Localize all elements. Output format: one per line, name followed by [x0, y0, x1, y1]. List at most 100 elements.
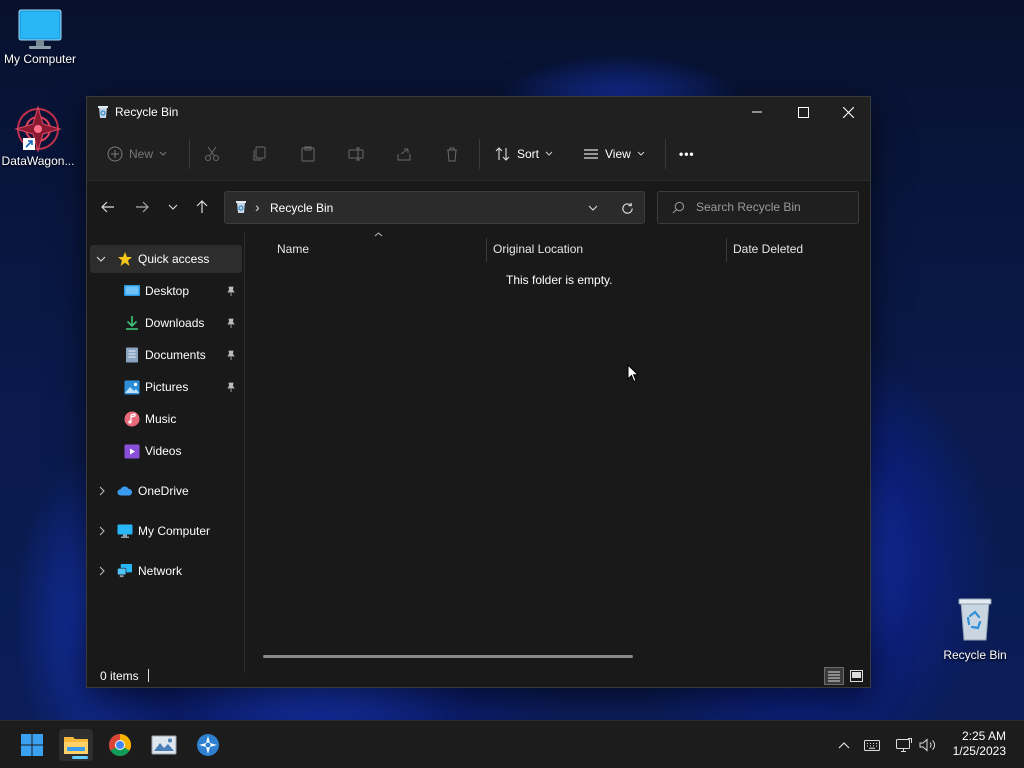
desktop-icon-recycle-bin[interactable]: Recycle Bin: [935, 596, 1015, 662]
desktop-icon-label: DataWagon...: [1, 154, 75, 168]
sidebar-item-my-computer[interactable]: My Computer: [90, 517, 242, 545]
taskbar-app[interactable]: [191, 729, 225, 761]
forward-button[interactable]: [129, 194, 155, 220]
view-button[interactable]: View: [583, 139, 645, 169]
toolbar-divider: [665, 139, 666, 169]
show-hidden-icons-button[interactable]: [834, 735, 854, 755]
minimize-button[interactable]: [734, 97, 780, 127]
video-icon: [124, 443, 140, 459]
sidebar-item-label: Music: [145, 412, 177, 426]
taskbar: 2:25 AM 1/25/2023: [0, 720, 1024, 768]
details-view-icon: [828, 671, 840, 682]
sidebar-item-label: Quick access: [138, 252, 210, 266]
desktop-icon-my-computer[interactable]: My Computer: [0, 8, 80, 66]
sidebar-item-desktop[interactable]: Desktop: [90, 277, 242, 305]
keyboard-button[interactable]: [862, 735, 882, 755]
chevron-down-icon: [159, 151, 167, 156]
chevron-right-icon: [99, 486, 105, 496]
pictures-icon: [124, 379, 140, 395]
title-bar[interactable]: Recycle Bin: [87, 97, 870, 127]
column-header-original-location[interactable]: Original Location: [487, 233, 725, 263]
sort-icon: [495, 147, 510, 161]
minimize-icon: [752, 111, 762, 113]
file-explorer-icon: [64, 737, 88, 754]
delete-button[interactable]: [444, 139, 460, 169]
more-options-button[interactable]: •••: [679, 139, 695, 169]
maximize-button[interactable]: [780, 97, 826, 127]
chrome-icon: [109, 734, 131, 756]
start-button[interactable]: [15, 729, 49, 761]
sort-ascending-icon: [374, 232, 383, 237]
column-header-name[interactable]: Name: [247, 232, 485, 263]
column-header-date-deleted[interactable]: Date Deleted: [727, 233, 870, 263]
taskbar-file-explorer[interactable]: [59, 729, 93, 761]
recent-locations-button[interactable]: [160, 194, 186, 220]
new-label: New: [129, 147, 154, 161]
up-button[interactable]: [189, 194, 215, 220]
column-header-label: Date Deleted: [733, 242, 804, 256]
image-viewer-icon: [151, 735, 177, 755]
details-view-button[interactable]: [824, 667, 844, 685]
breadcrumb-separator: ›: [255, 199, 260, 215]
refresh-button[interactable]: [618, 199, 636, 217]
empty-folder-message: This folder is empty.: [506, 273, 613, 287]
back-button[interactable]: [95, 194, 121, 220]
keyboard-icon: [864, 739, 880, 751]
sidebar-item-label: Network: [138, 564, 183, 578]
share-button[interactable]: [396, 139, 412, 169]
desktop-icon-label: Recycle Bin: [943, 648, 1007, 662]
share-icon: [397, 148, 411, 161]
large-icons-view-button[interactable]: [846, 667, 866, 685]
tiles-view-icon: [849, 670, 863, 682]
cut-button[interactable]: [204, 139, 220, 169]
chevron-down-icon: [168, 204, 178, 210]
paste-button[interactable]: [300, 139, 316, 169]
navigation-pane: Quick access Desktop Downloads Documents: [87, 233, 245, 673]
datawagon-app-icon: [14, 105, 62, 153]
arrow-left-icon: [101, 201, 114, 213]
plus-circle-icon: [107, 146, 123, 162]
copy-button[interactable]: [252, 139, 268, 169]
sidebar-item-onedrive[interactable]: OneDrive: [90, 477, 242, 505]
taskbar-image-viewer[interactable]: [147, 729, 181, 761]
star-icon: [117, 251, 133, 267]
volume-button[interactable]: [918, 735, 938, 755]
view-label: View: [605, 147, 631, 161]
close-button[interactable]: [825, 97, 871, 127]
desktop-icon-datawagon[interactable]: DataWagon...: [0, 104, 78, 168]
status-bar: 0 items: [87, 667, 870, 689]
toolbar-divider: [479, 139, 480, 169]
breadcrumb-location[interactable]: Recycle Bin: [270, 201, 333, 215]
address-bar[interactable]: › Recycle Bin: [224, 191, 645, 224]
trash-icon: [447, 147, 457, 162]
sidebar-item-label: Documents: [145, 348, 206, 362]
taskbar-chrome[interactable]: [103, 729, 137, 761]
sidebar-item-downloads[interactable]: Downloads: [90, 309, 242, 337]
close-icon: [842, 106, 854, 118]
sidebar-item-music[interactable]: Music: [90, 405, 242, 433]
refresh-icon: [621, 202, 633, 214]
sidebar-item-network[interactable]: Network: [90, 557, 242, 585]
new-button[interactable]: New: [107, 139, 167, 169]
maximize-icon: [797, 106, 809, 118]
sidebar-item-documents[interactable]: Documents: [90, 341, 242, 369]
view-list-icon: [584, 149, 598, 159]
sort-button[interactable]: Sort: [495, 139, 553, 169]
copy-icon: [253, 146, 266, 161]
search-input[interactable]: [696, 200, 851, 214]
sidebar-item-pictures[interactable]: Pictures: [90, 373, 242, 401]
address-dropdown-button[interactable]: [585, 200, 601, 216]
network-status-button[interactable]: [894, 735, 914, 755]
sidebar-item-videos[interactable]: Videos: [90, 437, 242, 465]
recycle-bin-icon: [98, 106, 108, 118]
file-list-pane[interactable]: Name Original Location Date Deleted This…: [247, 232, 870, 673]
pin-icon: [227, 350, 235, 360]
sidebar-item-quick-access[interactable]: Quick access: [90, 245, 242, 273]
arrow-up-icon: [196, 200, 208, 213]
item-count: 0 items: [100, 669, 139, 683]
system-clock[interactable]: 2:25 AM 1/25/2023: [953, 729, 1006, 759]
search-box[interactable]: [657, 191, 859, 224]
horizontal-scrollbar[interactable]: [263, 655, 633, 658]
rename-button[interactable]: [348, 139, 364, 169]
chevron-down-icon: [637, 151, 645, 156]
